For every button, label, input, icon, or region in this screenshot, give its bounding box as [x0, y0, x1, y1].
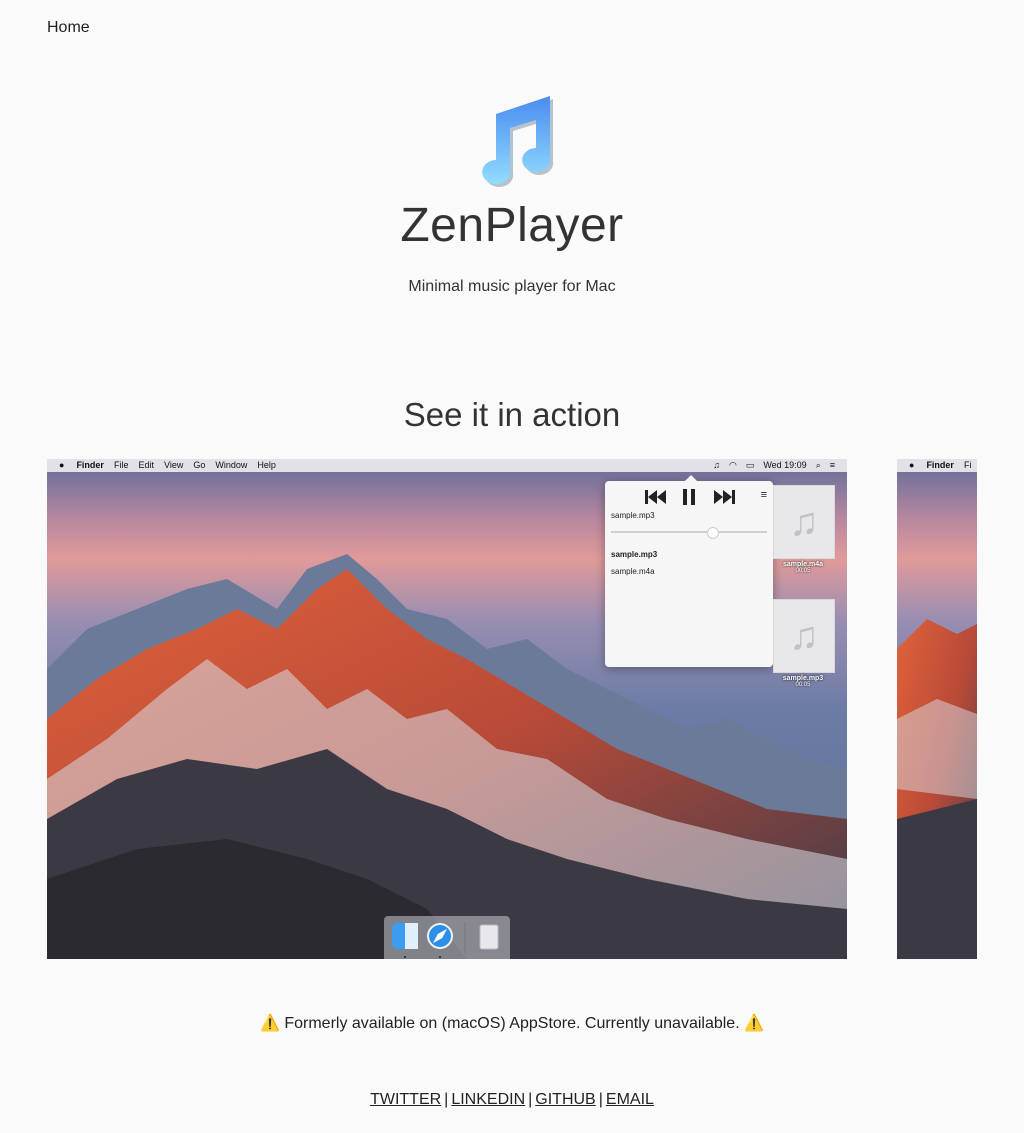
- desktop-file-name: sample.m4a: [782, 561, 824, 568]
- menu-go: Go: [193, 460, 206, 470]
- menubar-clock: Wed 19:09: [763, 460, 807, 470]
- apple-icon: ●: [909, 460, 915, 470]
- search-icon: ⌕: [815, 460, 821, 470]
- previous-track-icon[interactable]: [643, 487, 667, 507]
- music-note-icon: [482, 96, 554, 187]
- apple-icon: ●: [59, 460, 65, 470]
- github-link[interactable]: GITHUB: [535, 1091, 595, 1108]
- desktop-file[interactable]: ♫ sample.m4a 00:05: [773, 485, 835, 574]
- mac-menubar: ● Finder File Edit View Go Window Help ♫…: [47, 459, 847, 472]
- playlist-item[interactable]: sample.mp3: [611, 546, 657, 563]
- linkedin-link[interactable]: LINKEDIN: [451, 1091, 525, 1108]
- desktop-file-name: sample.mp3: [782, 675, 824, 682]
- footer-separator: |: [528, 1091, 533, 1108]
- app-title: ZenPlayer: [400, 199, 624, 252]
- battery-icon: ▭: [745, 460, 755, 470]
- wifi-icon: ◠: [728, 460, 737, 470]
- mac-dock: [384, 916, 510, 959]
- menubar-app-name: Finder: [926, 460, 954, 470]
- seek-slider[interactable]: [611, 527, 767, 539]
- footer-links: TWITTER | LINKEDIN | GITHUB | EMAIL: [0, 1091, 1024, 1109]
- music-note-icon: ♫: [713, 460, 720, 470]
- next-track-icon[interactable]: [713, 487, 737, 507]
- app-screenshot[interactable]: ● Finder File Edit View Go Window Help ♫…: [47, 459, 847, 959]
- playlist: sample.mp3 sample.m4a: [611, 546, 657, 580]
- menu-file: File: [113, 460, 129, 470]
- menu-window: Window: [215, 460, 248, 470]
- footer-separator: |: [444, 1091, 449, 1108]
- app-screenshot-next[interactable]: ● Finder Fi: [897, 459, 977, 959]
- mac-menubar: ● Finder Fi: [897, 459, 977, 472]
- player-popover: ≡ sample.mp3 sample.mp3 sample.m4a: [605, 475, 773, 667]
- menu-help: Help: [257, 460, 276, 470]
- tagline: Minimal music player for Mac: [408, 278, 616, 295]
- music-note-icon: ♫: [773, 599, 835, 673]
- playlist-item[interactable]: sample.m4a: [611, 563, 657, 580]
- desktop-file[interactable]: ♫ sample.mp3 00:05: [773, 599, 835, 688]
- seek-slider-knob[interactable]: [707, 527, 720, 539]
- mountain-wallpaper: [897, 459, 977, 959]
- menu-view: View: [163, 460, 184, 470]
- finder-icon: [392, 923, 418, 958]
- now-playing-title: sample.mp3: [611, 511, 655, 520]
- menu-edit: Edit: [138, 460, 154, 470]
- menu-icon[interactable]: ≡: [761, 489, 767, 501]
- menu-file-partial: Fi: [963, 460, 972, 470]
- pause-icon[interactable]: [681, 487, 697, 507]
- safari-icon: [427, 923, 453, 958]
- desktop-file-duration: 00:05: [795, 568, 811, 574]
- availability-notice: ⚠️ Formerly available on (macOS) AppStor…: [259, 1015, 765, 1032]
- menubar-app-name: Finder: [76, 460, 104, 470]
- list-icon: ≡: [829, 460, 835, 470]
- desktop-file-duration: 00:05: [795, 682, 811, 688]
- trash-icon: [479, 924, 499, 950]
- music-note-icon: ♫: [773, 485, 835, 559]
- home-link[interactable]: Home: [47, 19, 90, 37]
- section-heading: See it in action: [403, 396, 621, 433]
- email-link[interactable]: EMAIL: [606, 1091, 654, 1108]
- twitter-link[interactable]: TWITTER: [370, 1091, 441, 1108]
- footer-separator: |: [598, 1091, 603, 1108]
